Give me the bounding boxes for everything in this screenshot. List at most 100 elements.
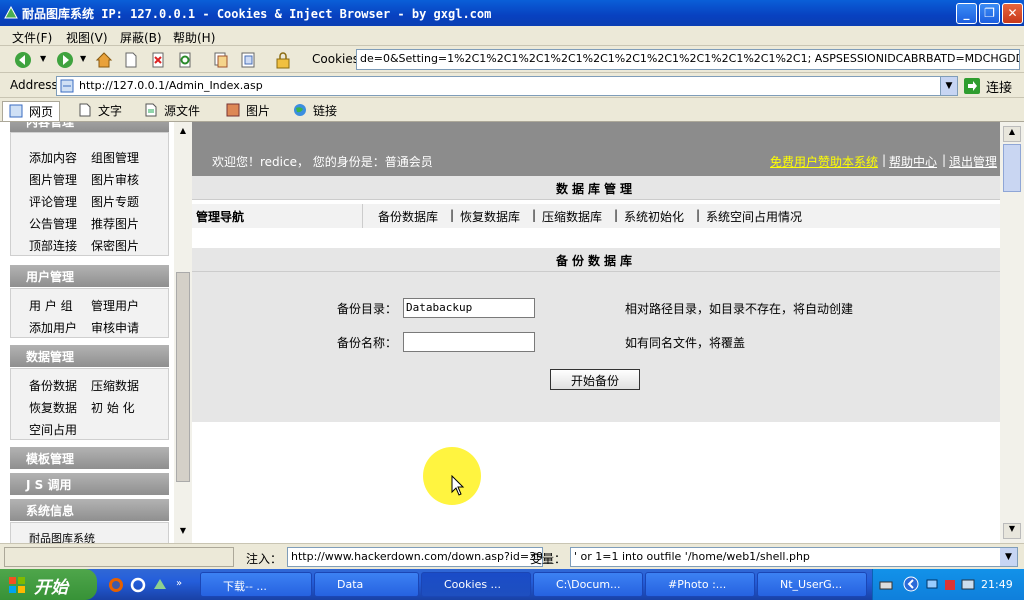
restore-icon[interactable]: ❐ bbox=[979, 3, 1000, 24]
paste-icon[interactable] bbox=[239, 51, 257, 69]
minimize-icon[interactable]: _ bbox=[956, 3, 977, 24]
security-icon[interactable] bbox=[943, 578, 957, 592]
stop-icon[interactable] bbox=[149, 51, 167, 69]
back-icon[interactable] bbox=[14, 51, 32, 69]
lock-icon[interactable] bbox=[274, 51, 292, 69]
tab-source[interactable]: 源文件 bbox=[138, 101, 208, 121]
go-button[interactable]: 连接 bbox=[964, 77, 1018, 96]
sidebar-item-group-images[interactable]: 组图管理 bbox=[91, 149, 139, 166]
task-data[interactable]: Data bbox=[314, 572, 419, 597]
task-download[interactable]: 下载-- ... bbox=[200, 572, 312, 597]
sponsor-link[interactable]: 免费用户赞助本系统 bbox=[770, 153, 878, 170]
task-cookies[interactable]: Cookies ... bbox=[421, 572, 531, 597]
sidebar-item-add-content[interactable]: 添加内容 bbox=[29, 149, 77, 166]
sidebar-item-review-apply[interactable]: 审核申请 bbox=[91, 319, 139, 336]
firefox-icon[interactable] bbox=[108, 577, 124, 593]
sidebar-head-sysinfo[interactable]: 系统信息 bbox=[10, 499, 169, 521]
menu-view[interactable]: 视图(V) bbox=[66, 29, 108, 46]
sidebar-item-init[interactable]: 初 始 化 bbox=[91, 399, 135, 416]
variable-dropdown-icon[interactable]: ▼ bbox=[1000, 548, 1017, 566]
tab-webpage[interactable]: 网页 bbox=[2, 101, 60, 121]
nav-link-restore[interactable]: 恢复数据库 bbox=[460, 208, 520, 225]
frame-scrollbar[interactable]: ▲ ▼ bbox=[174, 122, 192, 543]
web-content: 内容管理 添加内容 组图管理 图片管理 图片审核 评论管理 图片专题 公告管理 … bbox=[0, 122, 1024, 543]
windows-logo-icon bbox=[9, 577, 25, 593]
close-icon[interactable]: ✕ bbox=[1002, 3, 1023, 24]
task-usergroup[interactable]: Nt_UserG... bbox=[757, 572, 867, 597]
backup-name-input[interactable] bbox=[403, 332, 535, 352]
ie-icon[interactable] bbox=[130, 577, 146, 593]
network-icon[interactable] bbox=[925, 578, 939, 592]
address-input[interactable]: http://127.0.0.1/Admin_Index.asp bbox=[56, 76, 958, 96]
sidebar-item-restore[interactable]: 恢复数据 bbox=[29, 399, 77, 416]
address-dropdown-icon[interactable]: ▼ bbox=[940, 77, 957, 95]
sidebar-item-backup[interactable]: 备份数据 bbox=[29, 377, 77, 394]
sidebar-item-image-review[interactable]: 图片审核 bbox=[91, 171, 139, 188]
sidebar-item-manage-users[interactable]: 管理用户 bbox=[91, 297, 139, 314]
scroll-up-icon[interactable]: ▲ bbox=[176, 126, 190, 140]
page-scroll-down-icon[interactable]: ▼ bbox=[1003, 523, 1021, 539]
inject-url-input[interactable]: http://www.hackerdown.com/down.asp?id=39 bbox=[287, 547, 543, 567]
sidebar-item-comments[interactable]: 评论管理 bbox=[29, 193, 77, 210]
text-doc-icon bbox=[79, 103, 91, 117]
keyboard-icon[interactable] bbox=[879, 578, 893, 592]
address-value: http://127.0.0.1/Admin_Index.asp bbox=[79, 79, 263, 92]
quicklaunch-more-icon[interactable]: » bbox=[176, 578, 182, 589]
sidebar-item-user-groups[interactable]: 用 户 组 bbox=[29, 297, 73, 314]
copy-icon[interactable] bbox=[212, 51, 230, 69]
sidebar-head-users[interactable]: 用户管理 bbox=[10, 265, 169, 287]
backup-dir-input[interactable]: Databackup bbox=[403, 298, 535, 318]
sidebar-item-sysinfo-name[interactable]: 耐品图库系统 bbox=[29, 530, 95, 543]
sidebar-item-top-links[interactable]: 顶部连接 bbox=[29, 237, 77, 254]
nav-link-compress[interactable]: 压缩数据库 bbox=[542, 208, 602, 225]
task-documents[interactable]: C:\Docum... bbox=[533, 572, 643, 597]
sidebar-item-featured[interactable]: 推荐图片 bbox=[91, 215, 139, 232]
tab-images[interactable]: 图片 bbox=[220, 101, 274, 121]
page-scroll-up-icon[interactable]: ▲ bbox=[1003, 126, 1021, 142]
sidebar-head-templates[interactable]: 模板管理 bbox=[10, 447, 169, 469]
cookies-input[interactable]: de=0&Setting=1%2C1%2C1%2C1%2C1%2C1%2C1%2… bbox=[356, 49, 1020, 70]
sidebar-item-compress[interactable]: 压缩数据 bbox=[91, 377, 139, 394]
monitor-icon[interactable] bbox=[961, 578, 975, 592]
tab-text-label: 文字 bbox=[98, 104, 123, 118]
page-scroll-thumb[interactable] bbox=[1003, 144, 1021, 192]
start-backup-button[interactable]: 开始备份 bbox=[550, 369, 640, 390]
sidebar-head-js[interactable]: J S 调用 bbox=[10, 473, 169, 495]
start-button[interactable]: 开始 bbox=[0, 569, 97, 600]
backup-dir-label: 备份目录： bbox=[337, 302, 398, 316]
page-scrollbar[interactable]: ▲ ▼ bbox=[1000, 122, 1024, 543]
sidebar-item-notices[interactable]: 公告管理 bbox=[29, 215, 77, 232]
sidebar-head-content[interactable]: 内容管理 bbox=[10, 122, 169, 132]
header-sep: | bbox=[882, 153, 887, 167]
app-launch-icon[interactable] bbox=[152, 577, 168, 593]
refresh-icon[interactable] bbox=[176, 51, 194, 69]
header-sep: | bbox=[942, 153, 947, 167]
task-photo[interactable]: #Photo :... bbox=[645, 572, 755, 597]
sidebar-item-topics[interactable]: 图片专题 bbox=[91, 193, 139, 210]
nav-link-space[interactable]: 系统空间占用情况 bbox=[706, 208, 802, 225]
new-page-icon[interactable] bbox=[122, 51, 140, 69]
forward-dropdown-icon[interactable]: ▼ bbox=[80, 54, 86, 63]
tab-text[interactable]: 文字 bbox=[72, 101, 128, 121]
help-link[interactable]: 帮助中心 bbox=[889, 153, 937, 170]
menu-help[interactable]: 帮助(H) bbox=[173, 29, 215, 46]
menu-block[interactable]: 屏蔽(B) bbox=[120, 29, 162, 46]
sidebar-item-image-manage[interactable]: 图片管理 bbox=[29, 171, 77, 188]
sidebar-data-box: 备份数据 压缩数据 恢复数据 初 始 化 空间占用 bbox=[10, 368, 169, 440]
scroll-thumb[interactable] bbox=[176, 272, 190, 482]
menu-file[interactable]: 文件(F) bbox=[12, 29, 52, 46]
sidebar-item-add-user[interactable]: 添加用户 bbox=[29, 319, 77, 336]
sidebar-item-private-images[interactable]: 保密图片 bbox=[91, 237, 139, 254]
tab-links[interactable]: 链接 bbox=[287, 101, 343, 121]
sidebar-head-data[interactable]: 数据管理 bbox=[10, 345, 169, 367]
tray-expand-icon[interactable] bbox=[903, 576, 919, 592]
scroll-down-icon[interactable]: ▼ bbox=[176, 526, 190, 540]
nav-link-backup[interactable]: 备份数据库 bbox=[378, 208, 438, 225]
sidebar-item-space[interactable]: 空间占用 bbox=[29, 421, 77, 438]
logout-link[interactable]: 退出管理 bbox=[949, 153, 997, 170]
variable-input[interactable]: ' or 1=1 into outfile '/home/web1/shell.… bbox=[570, 547, 1018, 567]
back-dropdown-icon[interactable]: ▼ bbox=[40, 54, 46, 63]
home-icon[interactable] bbox=[95, 51, 113, 69]
nav-link-init[interactable]: 系统初始化 bbox=[624, 208, 684, 225]
forward-icon[interactable] bbox=[56, 51, 74, 69]
